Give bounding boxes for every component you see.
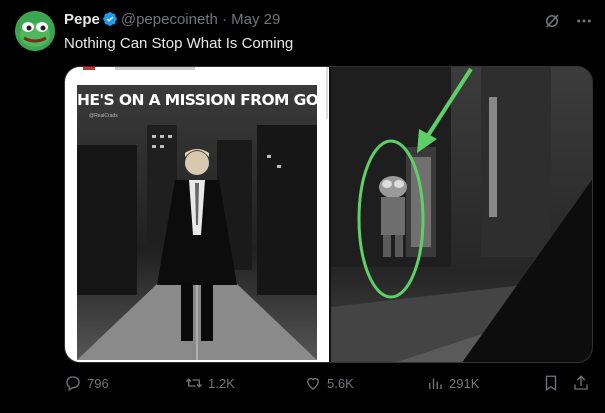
repost-icon bbox=[185, 374, 203, 392]
separator-dot: · bbox=[222, 11, 227, 28]
tweet-date[interactable]: May 29 bbox=[231, 11, 280, 28]
cropped-header-strip bbox=[83, 67, 195, 70]
more-icon[interactable] bbox=[575, 12, 593, 30]
grok-icon[interactable] bbox=[543, 12, 561, 30]
bookmark-icon bbox=[542, 374, 560, 392]
top-actions bbox=[543, 12, 593, 30]
scrollbar-strip bbox=[326, 67, 328, 119]
share-icon bbox=[572, 374, 590, 392]
avatar[interactable] bbox=[15, 11, 55, 51]
views-icon bbox=[426, 374, 444, 392]
media-image-left[interactable]: HE'S ON A MISSION FROM GOD @RealCrads bbox=[65, 67, 329, 362]
share-button[interactable] bbox=[572, 374, 590, 392]
author-handle[interactable]: @pepecoineth bbox=[121, 11, 218, 28]
street-scene bbox=[331, 67, 592, 362]
author-name[interactable]: Pepe bbox=[64, 11, 100, 28]
reply-icon bbox=[64, 374, 82, 392]
views-button[interactable]: 291K bbox=[426, 374, 479, 392]
tweet-header: Pepe @pepecoineth · May 29 bbox=[64, 11, 280, 29]
tweet-text: Nothing Can Stop What Is Coming bbox=[64, 35, 294, 52]
tweet-media[interactable]: HE'S ON A MISSION FROM GOD @RealCrads bbox=[64, 66, 593, 363]
views-count: 291K bbox=[449, 375, 480, 391]
like-button[interactable]: 5.6K bbox=[304, 374, 354, 392]
pepe-avatar-icon bbox=[15, 11, 55, 51]
action-bar: 796 1.2K 5.6K 291K bbox=[64, 374, 594, 398]
repost-count: 1.2K bbox=[208, 375, 235, 391]
media-image-right[interactable] bbox=[331, 67, 592, 362]
like-icon bbox=[304, 374, 322, 392]
repost-button[interactable]: 1.2K bbox=[185, 374, 235, 392]
reply-button[interactable]: 796 bbox=[64, 374, 109, 392]
like-count: 5.6K bbox=[327, 375, 354, 391]
bookmark-button[interactable] bbox=[542, 374, 560, 392]
poster-title: HE'S ON A MISSION FROM GOD bbox=[77, 91, 317, 109]
poster-handle: @RealCrads bbox=[89, 113, 118, 119]
reply-count: 796 bbox=[87, 375, 109, 391]
poster-scene bbox=[77, 85, 317, 360]
tweet: Pepe @pepecoineth · May 29 Nothing Can St… bbox=[0, 0, 605, 413]
poster-image: HE'S ON A MISSION FROM GOD @RealCrads bbox=[77, 85, 317, 360]
verified-badge-icon bbox=[102, 11, 118, 27]
